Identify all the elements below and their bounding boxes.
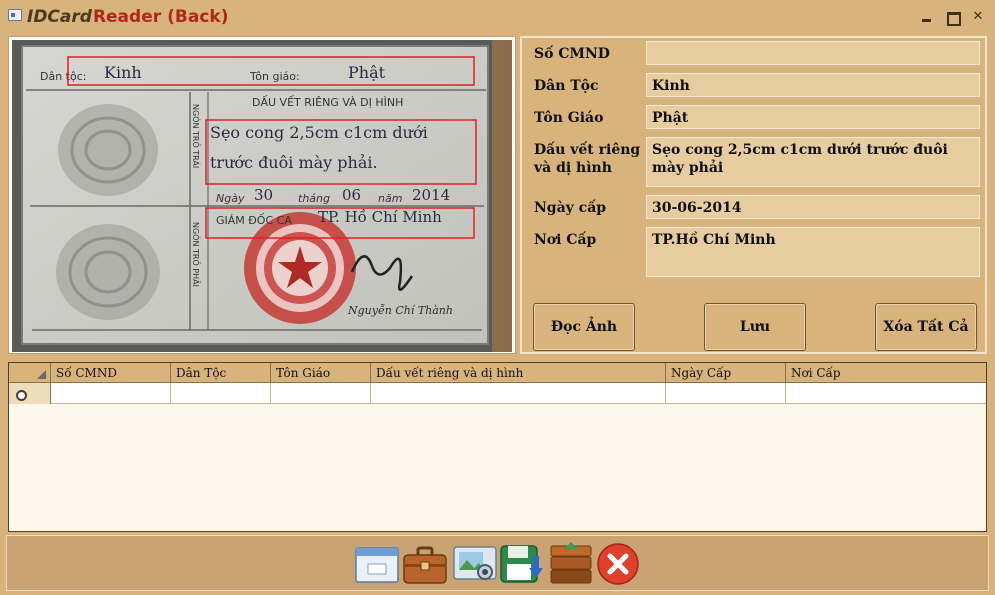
grid-select-all-corner[interactable] xyxy=(9,363,51,383)
card-ton-giao-label: Tôn giáo: xyxy=(249,70,300,83)
card-nam-label: năm xyxy=(378,192,402,205)
id-card-back-photo: Dân tộc: Kinh Tôn giáo: Phật DẤU VẾT RIÊ… xyxy=(12,40,512,352)
cell-ngay-cap[interactable] xyxy=(666,383,786,404)
card-giam-doc-label: GIÁM ĐỐC CA xyxy=(216,213,292,227)
card-ton-giao-value: Phật xyxy=(348,63,386,82)
doc-anh-button[interactable]: Đọc Ảnh xyxy=(533,303,635,351)
dan-toc-label: Dân Tộc xyxy=(534,78,599,94)
title-mode: (Back) xyxy=(167,7,229,27)
ton-giao-label: Tôn Giáo xyxy=(534,110,604,126)
col-dau-vet[interactable]: Dấu vết riêng và dị hình xyxy=(371,363,666,383)
card-ngon-tro-trai: NGÓN TRỎ TRÁI xyxy=(191,104,202,168)
noi-cap-field[interactable]: TP.Hồ Chí Minh xyxy=(646,227,980,277)
so-cmnd-field[interactable] xyxy=(646,41,980,65)
card-dau-vet-line2: trước đuôi mày phải. xyxy=(210,153,378,172)
window-title: IDCardReader (Back) xyxy=(27,7,228,27)
card-ngay-value: 30 xyxy=(254,186,273,204)
ngay-cap-field[interactable]: 30-06-2014 xyxy=(646,195,980,219)
xoa-tat-ca-button[interactable]: Xóa Tất Cả xyxy=(875,303,977,351)
app-window-icon xyxy=(8,9,22,21)
save-disk-icon[interactable] xyxy=(499,542,545,586)
archive-box-icon[interactable] xyxy=(548,542,594,586)
so-cmnd-label: Số CMND xyxy=(534,46,610,62)
dan-toc-field[interactable]: Kinh xyxy=(646,73,980,97)
col-so-cmnd[interactable]: Số CMND xyxy=(51,363,171,383)
window-icon[interactable] xyxy=(354,542,400,586)
dau-vet-label: Dấu vết riêng và dị hình xyxy=(534,141,640,177)
card-giam-doc-value: TP. Hồ Chí Minh xyxy=(318,208,442,226)
cell-so-cmnd[interactable] xyxy=(51,383,171,404)
luu-button[interactable]: Lưu xyxy=(704,303,806,351)
dau-vet-label-line1: Dấu vết riêng xyxy=(534,142,641,158)
records-grid[interactable]: Số CMND Dân Tộc Tôn Giáo Dấu vết riêng v… xyxy=(8,362,987,532)
cell-noi-cap[interactable] xyxy=(786,383,986,404)
card-nam-value: 2014 xyxy=(412,186,450,204)
card-dan-toc-label: Dân tộc: xyxy=(40,70,86,83)
title-idcard: IDCard xyxy=(27,7,92,27)
grid-header: Số CMND Dân Tộc Tôn Giáo Dấu vết riêng v… xyxy=(9,363,986,383)
card-signature-name: Nguyễn Chí Thành xyxy=(347,304,453,317)
col-dan-toc[interactable]: Dân Tộc xyxy=(171,363,271,383)
card-dan-toc-value: Kinh xyxy=(104,63,142,82)
card-dau-vet-heading: DẤU VẾT RIÊNG VÀ DỊ HÌNH xyxy=(252,95,403,109)
card-ngay-label: Ngày xyxy=(216,192,245,205)
col-noi-cap[interactable]: Nơi Cấp xyxy=(786,363,986,383)
card-thang-label: tháng xyxy=(298,192,330,205)
card-thang-value: 06 xyxy=(342,186,361,204)
red-seal-stamp xyxy=(244,212,356,324)
photo-card-icon[interactable] xyxy=(452,542,498,586)
cell-dau-vet[interactable] xyxy=(371,383,666,404)
info-form-panel: Số CMND Dân Tộc Kinh Tôn Giáo Phật Dấu v… xyxy=(520,36,987,354)
cell-ton-giao[interactable] xyxy=(271,383,371,404)
card-image-panel: Dân tộc: Kinh Tôn giáo: Phật DẤU VẾT RIÊ… xyxy=(8,36,516,354)
title-reader: Reader xyxy=(92,7,162,27)
ton-giao-field[interactable]: Phật xyxy=(646,105,980,129)
col-ton-giao[interactable]: Tôn Giáo xyxy=(271,363,371,383)
noi-cap-label: Nơi Cấp xyxy=(534,232,597,248)
dau-vet-field[interactable]: Sẹo cong 2,5cm c1cm dưới trước đuôi mày … xyxy=(646,137,980,187)
cell-dan-toc[interactable] xyxy=(171,383,271,404)
ngay-cap-label: Ngày cấp xyxy=(534,200,607,216)
card-dau-vet-line1: Sẹo cong 2,5cm c1cm dưới xyxy=(210,123,428,142)
row-selector-icon[interactable] xyxy=(9,383,51,404)
table-row-new[interactable] xyxy=(9,383,986,404)
exit-icon[interactable] xyxy=(595,542,641,586)
col-ngay-cap[interactable]: Ngày Cấp xyxy=(666,363,786,383)
card-ngon-tro-phai: NGÓN TRỎ PHẢI xyxy=(191,222,202,287)
briefcase-icon[interactable] xyxy=(402,542,448,586)
close-icon[interactable]: ✕ xyxy=(969,9,987,25)
maximize-icon[interactable] xyxy=(943,9,961,26)
bottom-toolbar xyxy=(6,535,989,591)
title-bar: IDCardReader (Back) ✕ xyxy=(0,0,995,34)
minimize-icon[interactable] xyxy=(917,9,935,25)
dau-vet-label-line2: và dị hình xyxy=(534,160,612,176)
